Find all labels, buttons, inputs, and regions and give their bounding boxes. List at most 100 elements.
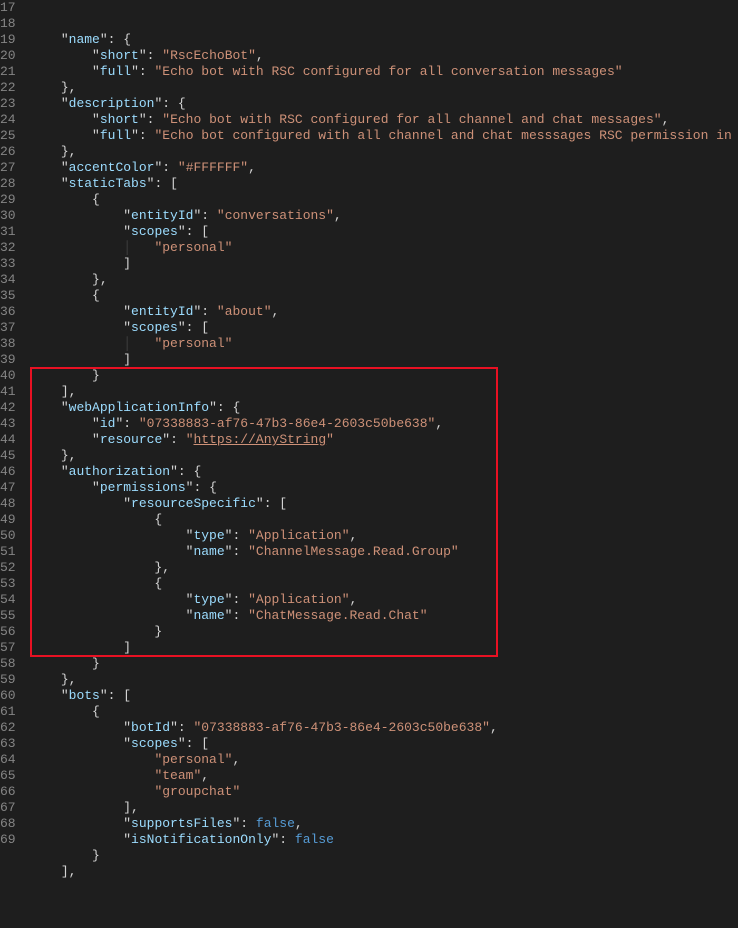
- line-number: 55: [0, 608, 16, 624]
- line-number: 29: [0, 192, 16, 208]
- line-number: 28: [0, 176, 16, 192]
- line-number: 40: [0, 368, 16, 384]
- code-line[interactable]: {: [30, 288, 738, 304]
- line-number: 30: [0, 208, 16, 224]
- code-line[interactable]: "short": "Echo bot with RSC configured f…: [30, 112, 738, 128]
- code-editor[interactable]: 1718192021222324252627282930313233343536…: [0, 0, 738, 843]
- line-number: 48: [0, 496, 16, 512]
- line-number: 64: [0, 752, 16, 768]
- line-number: 54: [0, 592, 16, 608]
- code-line[interactable]: │ "personal": [30, 336, 738, 352]
- line-number: 31: [0, 224, 16, 240]
- line-number: 41: [0, 384, 16, 400]
- line-number: 56: [0, 624, 16, 640]
- code-line[interactable]: "authorization": {: [30, 464, 738, 480]
- code-line[interactable]: "type": "Application",: [30, 592, 738, 608]
- code-area[interactable]: "name": { "short": "RscEchoBot", "full":…: [30, 0, 738, 843]
- code-line[interactable]: "short": "RscEchoBot",: [30, 48, 738, 64]
- code-line[interactable]: "bots": [: [30, 688, 738, 704]
- line-number: 58: [0, 656, 16, 672]
- code-line[interactable]: "staticTabs": [: [30, 176, 738, 192]
- code-line[interactable]: "type": "Application",: [30, 528, 738, 544]
- code-line[interactable]: "id": "07338883-af76-47b3-86e4-2603c50be…: [30, 416, 738, 432]
- code-line[interactable]: {: [30, 576, 738, 592]
- code-line[interactable]: "accentColor": "#FFFFFF",: [30, 160, 738, 176]
- code-line[interactable]: "supportsFiles": false,: [30, 816, 738, 832]
- line-number: 65: [0, 768, 16, 784]
- code-line[interactable]: },: [30, 560, 738, 576]
- line-number: 45: [0, 448, 16, 464]
- line-number: 22: [0, 80, 16, 96]
- line-number: 57: [0, 640, 16, 656]
- line-number: 42: [0, 400, 16, 416]
- code-line[interactable]: ]: [30, 640, 738, 656]
- code-line[interactable]: {: [30, 704, 738, 720]
- code-line[interactable]: },: [30, 80, 738, 96]
- code-line[interactable]: "botId": "07338883-af76-47b3-86e4-2603c5…: [30, 720, 738, 736]
- code-line[interactable]: }: [30, 656, 738, 672]
- line-number: 32: [0, 240, 16, 256]
- line-number: 49: [0, 512, 16, 528]
- line-number: 43: [0, 416, 16, 432]
- code-line[interactable]: "resourceSpecific": [: [30, 496, 738, 512]
- line-number: 26: [0, 144, 16, 160]
- code-line[interactable]: ],: [30, 864, 738, 880]
- code-line[interactable]: }: [30, 848, 738, 864]
- line-number: 27: [0, 160, 16, 176]
- line-number: 21: [0, 64, 16, 80]
- code-line[interactable]: "name": "ChannelMessage.Read.Group": [30, 544, 738, 560]
- code-line[interactable]: "resource": "https://AnyString": [30, 432, 738, 448]
- code-line[interactable]: "full": "Echo bot configured with all ch…: [30, 128, 738, 144]
- code-line[interactable]: {: [30, 512, 738, 528]
- line-number: 44: [0, 432, 16, 448]
- line-number: 53: [0, 576, 16, 592]
- code-line[interactable]: ]: [30, 352, 738, 368]
- line-number-gutter: 1718192021222324252627282930313233343536…: [0, 0, 30, 843]
- code-line[interactable]: │ "personal": [30, 240, 738, 256]
- code-line[interactable]: "webApplicationInfo": {: [30, 400, 738, 416]
- code-line[interactable]: ],: [30, 800, 738, 816]
- line-number: 66: [0, 784, 16, 800]
- code-line[interactable]: "team",: [30, 768, 738, 784]
- line-number: 35: [0, 288, 16, 304]
- code-line[interactable]: "scopes": [: [30, 224, 738, 240]
- line-number: 62: [0, 720, 16, 736]
- code-line[interactable]: },: [30, 144, 738, 160]
- code-line[interactable]: "full": "Echo bot with RSC configured fo…: [30, 64, 738, 80]
- code-line[interactable]: "entityId": "conversations",: [30, 208, 738, 224]
- code-line[interactable]: "entityId": "about",: [30, 304, 738, 320]
- line-number: 52: [0, 560, 16, 576]
- code-line[interactable]: },: [30, 672, 738, 688]
- line-number: 60: [0, 688, 16, 704]
- line-number: 47: [0, 480, 16, 496]
- line-number: 51: [0, 544, 16, 560]
- code-line[interactable]: "scopes": [: [30, 736, 738, 752]
- code-line[interactable]: {: [30, 192, 738, 208]
- line-number: 36: [0, 304, 16, 320]
- code-line[interactable]: },: [30, 272, 738, 288]
- line-number: 23: [0, 96, 16, 112]
- code-line[interactable]: "isNotificationOnly": false: [30, 832, 738, 848]
- code-line[interactable]: "permissions": {: [30, 480, 738, 496]
- line-number: 38: [0, 336, 16, 352]
- line-number: 61: [0, 704, 16, 720]
- code-line[interactable]: "description": {: [30, 96, 738, 112]
- code-line[interactable]: "name": "ChatMessage.Read.Chat": [30, 608, 738, 624]
- line-number: 33: [0, 256, 16, 272]
- line-number: 25: [0, 128, 16, 144]
- code-line[interactable]: "scopes": [: [30, 320, 738, 336]
- line-number: 68: [0, 816, 16, 832]
- code-line[interactable]: "groupchat": [30, 784, 738, 800]
- line-number: 46: [0, 464, 16, 480]
- line-number: 19: [0, 32, 16, 48]
- code-line[interactable]: }: [30, 624, 738, 640]
- code-line[interactable]: },: [30, 448, 738, 464]
- code-line[interactable]: ],: [30, 384, 738, 400]
- code-line[interactable]: ]: [30, 256, 738, 272]
- line-number: 50: [0, 528, 16, 544]
- code-line[interactable]: "personal",: [30, 752, 738, 768]
- line-number: 34: [0, 272, 16, 288]
- code-line[interactable]: "name": {: [30, 32, 738, 48]
- code-line[interactable]: }: [30, 368, 738, 384]
- line-number: 59: [0, 672, 16, 688]
